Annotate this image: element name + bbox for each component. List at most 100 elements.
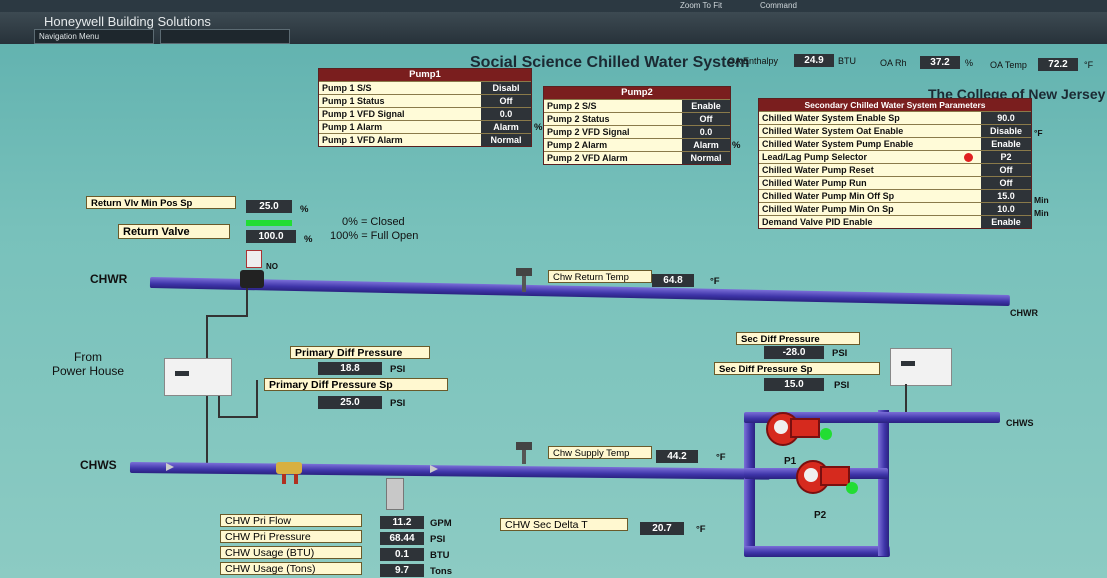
pump1-status-label: Pump 1 Status bbox=[322, 96, 385, 106]
pump-p1-icon[interactable] bbox=[760, 408, 820, 448]
pump1-row-alarm: Pump 1 Alarm Alarm bbox=[319, 120, 531, 133]
sec-min-on-value[interactable]: 10.0 bbox=[981, 203, 1031, 215]
chws-left-label: CHWS bbox=[80, 458, 117, 472]
sec-dp-value: -28.0 bbox=[764, 346, 824, 359]
sec-min-off-value[interactable]: 15.0 bbox=[981, 190, 1031, 202]
sec-enable-sp-label: Chilled Water System Enable Sp bbox=[762, 113, 900, 123]
pump2-table: Pump2 Pump 2 S/S Enable Pump 2 Status Off … bbox=[543, 86, 731, 165]
primary-dp-value: 18.8 bbox=[318, 362, 382, 375]
sec-enable-sp-value[interactable]: 90.0 bbox=[981, 112, 1031, 124]
supply-temp-value: 44.2 bbox=[656, 450, 698, 463]
return-vlv-min-pos-value[interactable]: 25.0 bbox=[246, 200, 292, 213]
primary-dp-unit: PSI bbox=[390, 364, 406, 375]
oa-temp-unit: °F bbox=[1084, 60, 1094, 70]
sec-row-pump-enable: Chilled Water System Pump Enable Enable bbox=[759, 137, 1031, 150]
sec-dp-sp-unit: PSI bbox=[834, 380, 850, 391]
sec-min-off-label: Chilled Water Pump Min Off Sp bbox=[762, 191, 895, 201]
chw-sec-delta-value: 20.7 bbox=[640, 522, 684, 535]
return-temp-label: Chw Return Temp bbox=[548, 270, 652, 283]
return-temp-value: 64.8 bbox=[652, 274, 694, 287]
pump2-vfd-label: Pump 2 VFD Signal bbox=[547, 127, 630, 137]
wire bbox=[246, 288, 248, 316]
chw-sec-delta-label: CHW Sec Delta T bbox=[500, 518, 628, 531]
pump2-vfd-alarm-value: Normal bbox=[682, 152, 730, 164]
blank-nav-button[interactable] bbox=[160, 29, 290, 44]
pump2-row-status: Pump 2 Status Off bbox=[544, 112, 730, 125]
command-field[interactable]: Command bbox=[760, 1, 797, 10]
sec-loop-pipe-left bbox=[744, 420, 755, 554]
sec-dp-sp-value[interactable]: 15.0 bbox=[764, 378, 824, 391]
p2-status-light bbox=[846, 482, 858, 494]
navigation-menu-button[interactable]: Navigation Menu bbox=[34, 29, 154, 44]
oa-rh-unit: % bbox=[965, 58, 974, 68]
sec-dp-transmitter-icon bbox=[890, 348, 952, 386]
chw-usage-btu-unit: BTU bbox=[430, 550, 450, 561]
sec-pump-run-label: Chilled Water Pump Run bbox=[762, 178, 867, 188]
sec-enable-sp-unit: °F bbox=[1034, 128, 1043, 138]
pump2-ss-label: Pump 2 S/S bbox=[547, 101, 597, 111]
pump1-title: Pump1 bbox=[319, 69, 531, 81]
pump2-status-value: Off bbox=[682, 113, 730, 125]
pump1-table: Pump1 Pump 1 S/S Disabl Pump 1 Status Off … bbox=[318, 68, 532, 147]
oa-enthalpy-unit: BTU bbox=[838, 56, 856, 66]
pump2-vfd-value: 0.0 bbox=[682, 126, 730, 138]
oa-rh-value: 37.2 bbox=[920, 56, 960, 69]
sec-oat-enable-value[interactable]: Disable bbox=[981, 125, 1031, 137]
pump1-vfd-alarm-label: Pump 1 VFD Alarm bbox=[322, 135, 403, 145]
primary-dp-sp-label: Primary Diff Pressure Sp bbox=[264, 378, 448, 391]
pump2-row-ss[interactable]: Pump 2 S/S Enable bbox=[544, 99, 730, 112]
sec-row-pump-reset: Chilled Water Pump Reset Off bbox=[759, 163, 1031, 176]
return-vlv-min-pos-unit: % bbox=[300, 204, 309, 215]
pressure-sensor-icon bbox=[386, 478, 404, 510]
pump2-signal-unit: % bbox=[732, 140, 741, 151]
return-valve-position-bar bbox=[246, 220, 292, 226]
sec-pid-value[interactable]: Enable bbox=[981, 216, 1031, 228]
pump2-row-vfd: Pump 2 VFD Signal 0.0 bbox=[544, 125, 730, 138]
chw-usage-tons-value: 9.7 bbox=[380, 564, 424, 577]
chwr-right-label: CHWR bbox=[1010, 308, 1038, 318]
chw-usage-btu-label: CHW Usage (BTU) bbox=[220, 546, 362, 559]
pump1-alarm-value: Alarm bbox=[481, 121, 531, 133]
zoom-to-fit-button[interactable]: Zoom To Fit bbox=[680, 1, 722, 10]
sec-pump-reset-label: Chilled Water Pump Reset bbox=[762, 165, 874, 175]
chw-usage-tons-label: CHW Usage (Tons) bbox=[220, 562, 362, 575]
pump-p2-icon[interactable] bbox=[790, 456, 850, 496]
pump2-row-alarm: Pump 2 Alarm Alarm bbox=[544, 138, 730, 151]
pump2-ss-dropdown[interactable]: Enable bbox=[682, 100, 730, 112]
valve-actuator-icon bbox=[246, 250, 262, 268]
pump2-status-label: Pump 2 Status bbox=[547, 114, 610, 124]
valve-legend-closed: 0% = Closed bbox=[342, 216, 405, 228]
pump1-row-vfd-alarm: Pump 1 VFD Alarm Normal bbox=[319, 133, 531, 146]
chw-pri-pressure-unit: PSI bbox=[430, 534, 446, 545]
pump1-row-ss[interactable]: Pump 1 S/S Disabl bbox=[319, 81, 531, 94]
pump1-row-vfd: Pump 1 VFD Signal 0.0 bbox=[319, 107, 531, 120]
flow-meter-leg bbox=[282, 474, 286, 484]
sec-pump-reset-value[interactable]: Off bbox=[981, 164, 1031, 176]
valve-legend-open: 100% = Full Open bbox=[330, 230, 419, 242]
sec-row-pump-run: Chilled Water Pump Run Off bbox=[759, 176, 1031, 189]
sec-leadlag-value[interactable]: P2 bbox=[981, 151, 1031, 163]
pump2-vfd-alarm-label: Pump 2 VFD Alarm bbox=[547, 153, 628, 163]
chw-pri-pressure-label: CHW Pri Pressure bbox=[220, 530, 362, 543]
primary-dp-sp-value[interactable]: 25.0 bbox=[318, 396, 382, 409]
wire bbox=[206, 315, 248, 317]
pump2-title: Pump2 bbox=[544, 87, 730, 99]
wire bbox=[218, 416, 258, 418]
pump1-signal-unit: % bbox=[534, 122, 543, 133]
app-header: Honeywell Building Solutions Navigation … bbox=[0, 12, 1107, 44]
return-temp-sensor-icon bbox=[516, 268, 532, 276]
p1-status-light bbox=[820, 428, 832, 440]
wire bbox=[905, 384, 907, 414]
sec-pump-enable-value[interactable]: Enable bbox=[981, 138, 1031, 150]
oa-enthalpy-label: OA Enthalpy bbox=[728, 56, 779, 66]
chw-pri-pressure-value: 68.44 bbox=[380, 532, 424, 545]
chwr-left-label: CHWR bbox=[90, 272, 128, 286]
chws-right-label: CHWS bbox=[1006, 418, 1034, 428]
sec-pump-enable-label: Chilled Water System Pump Enable bbox=[762, 139, 914, 149]
pump1-ss-dropdown[interactable]: Disabl bbox=[481, 82, 531, 94]
pump2-alarm-value: Alarm bbox=[682, 139, 730, 151]
return-valve-icon[interactable] bbox=[240, 270, 264, 288]
sec-leadlag-label: Lead/Lag Pump Selector bbox=[762, 152, 868, 162]
return-valve-label: Return Valve bbox=[118, 224, 230, 239]
chw-pri-flow-value: 11.2 bbox=[380, 516, 424, 529]
